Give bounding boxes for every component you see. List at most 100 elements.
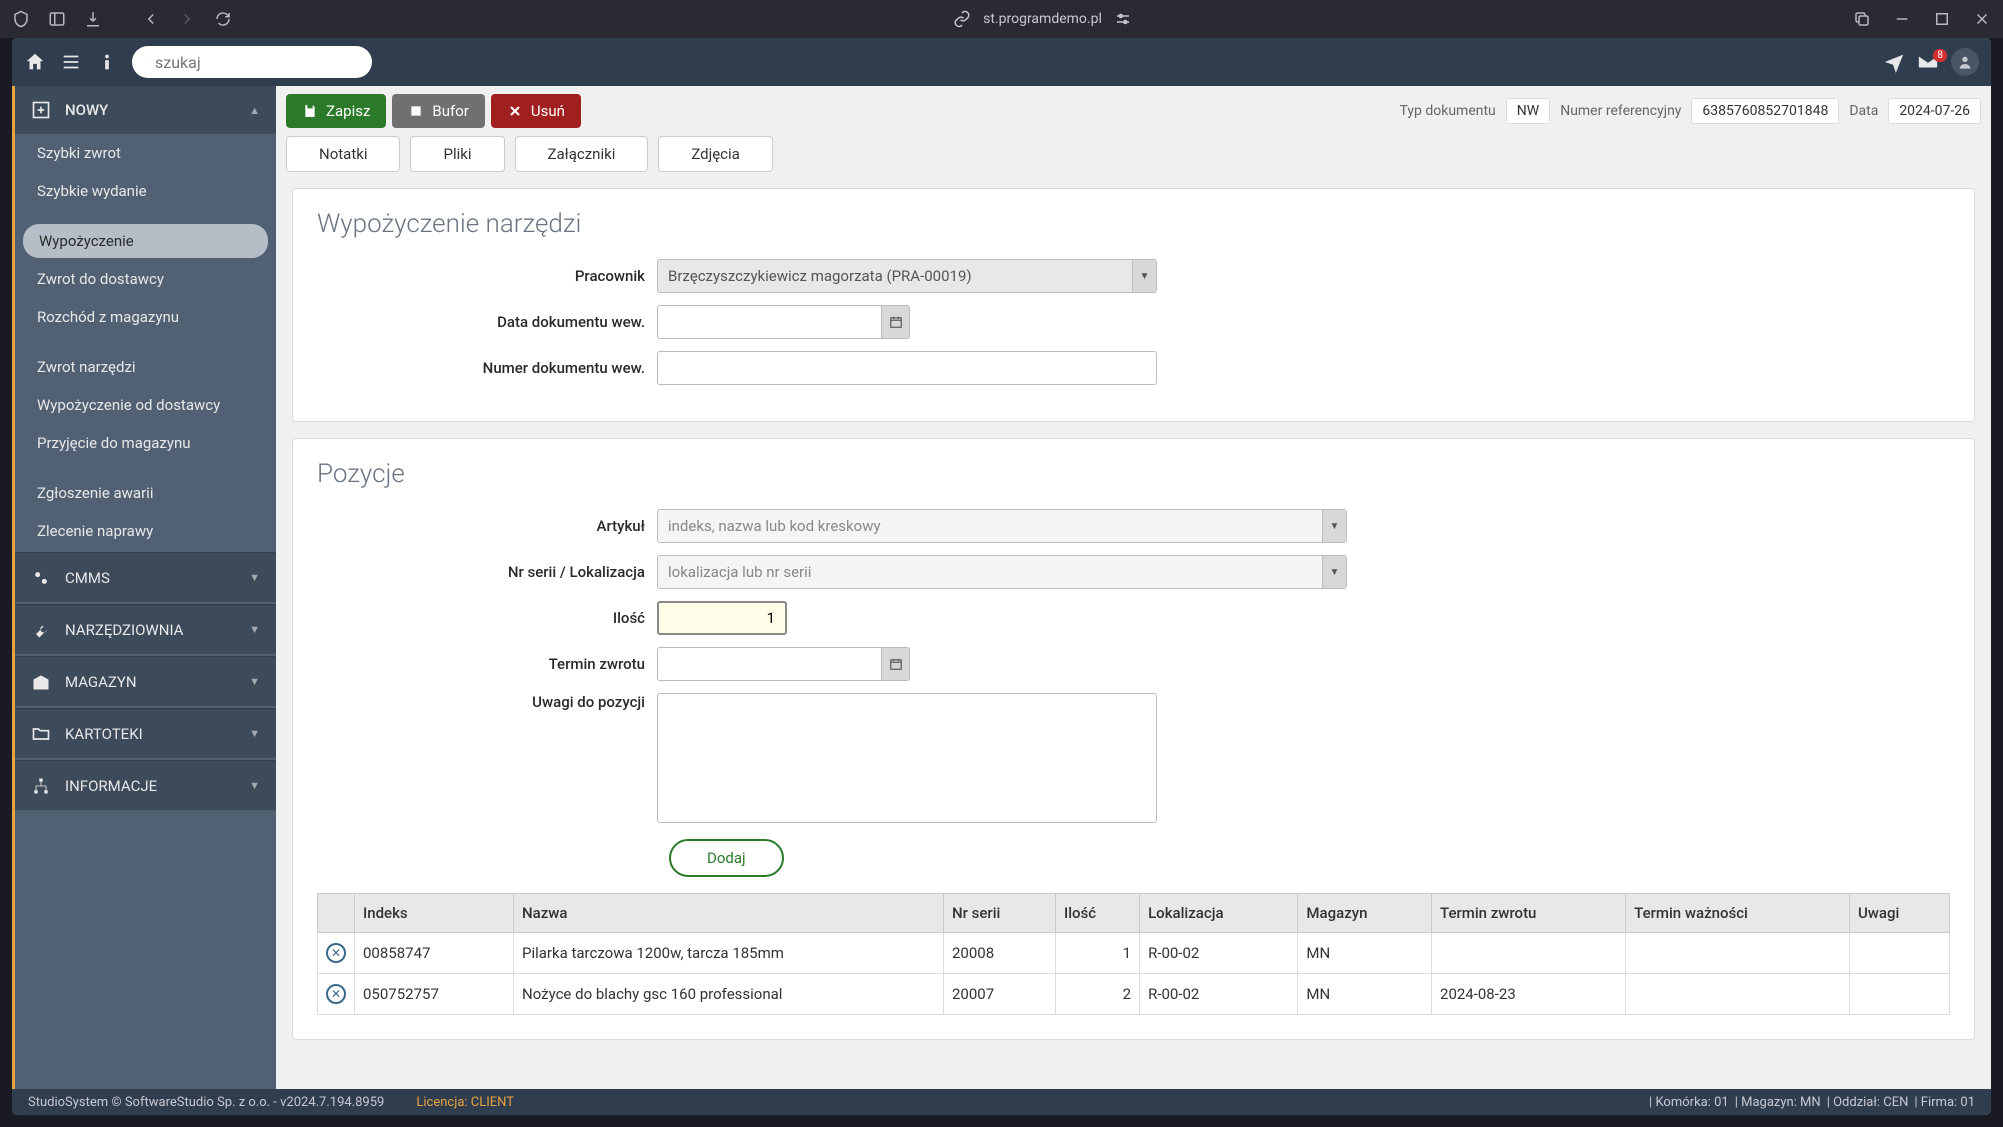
notes-textarea[interactable] bbox=[657, 693, 1157, 823]
cell-nr-serii: 20008 bbox=[944, 933, 1056, 974]
ref-value: 6385760852701848 bbox=[1691, 98, 1839, 124]
search-icon bbox=[146, 54, 147, 70]
settings-sliders-icon[interactable] bbox=[1114, 10, 1132, 28]
browser-chrome: st.programdemo.pl bbox=[0, 0, 2003, 38]
sidebar-item-zlecenie-naprawy[interactable]: Zlecenie naprawy bbox=[15, 512, 276, 550]
cell-lokalizacja: R-00-02 bbox=[1140, 974, 1298, 1015]
doc-num-input[interactable] bbox=[657, 351, 1157, 385]
footer-komorka: | Komórka: 01 bbox=[1649, 1095, 1729, 1110]
buffer-button[interactable]: Bufor bbox=[392, 94, 484, 128]
cell-termin-zwrotu bbox=[1432, 933, 1626, 974]
sidebar: NOWY ▲ Szybki zwrot Szybkie wydanie Wypo… bbox=[12, 86, 276, 1089]
table-row[interactable]: ✕ 050752757 Nożyce do blachy gsc 160 pro… bbox=[318, 974, 1950, 1015]
employee-select[interactable]: Brzęczyszczykiewicz magorzata (PRA-00019… bbox=[657, 259, 1157, 293]
article-select[interactable]: indeks, nazwa lub kod kreskowy ▼ bbox=[657, 509, 1347, 543]
doc-date-input[interactable] bbox=[657, 305, 882, 339]
th-nr-serii: Nr serii bbox=[944, 894, 1056, 933]
sidebar-section-cmms[interactable]: CMMS ▼ bbox=[15, 552, 276, 602]
tabs: Notatki Pliki Załączniki Zdjęcia bbox=[276, 136, 1991, 180]
url-text[interactable]: st.programdemo.pl bbox=[983, 11, 1102, 27]
cell-indeks: 00858747 bbox=[355, 933, 514, 974]
sidebar-section-new[interactable]: NOWY ▲ bbox=[15, 86, 276, 134]
doc-num-label: Numer dokumentu wew. bbox=[317, 359, 657, 377]
doc-type-value: NW bbox=[1506, 98, 1550, 124]
th-magazyn: Magazyn bbox=[1298, 894, 1432, 933]
copy-icon[interactable] bbox=[1853, 10, 1871, 28]
qty-label: Ilość bbox=[317, 609, 657, 627]
sidebar-section-informacje[interactable]: INFORMACJE ▼ bbox=[15, 760, 276, 810]
article-label: Artykuł bbox=[317, 517, 657, 535]
sidebar-section-magazyn[interactable]: MAGAZYN ▼ bbox=[15, 656, 276, 706]
sidebar-item-wypozyczenie-dostawcy[interactable]: Wypożyczenie od dostawcy bbox=[15, 386, 276, 424]
delete-row-icon[interactable]: ✕ bbox=[326, 984, 346, 1004]
cell-indeks: 050752757 bbox=[355, 974, 514, 1015]
sidebar-item-zwrot-dostawcy[interactable]: Zwrot do dostawcy bbox=[15, 260, 276, 298]
app-header: 8 bbox=[12, 38, 1991, 86]
panel-wypozyczenie: Wypożyczenie narzędzi Pracownik Brzęczys… bbox=[292, 188, 1975, 422]
download-icon[interactable] bbox=[84, 10, 102, 28]
panel-pozycje: Pozycje Artykuł indeks, nazwa lub kod kr… bbox=[292, 438, 1975, 1040]
save-button[interactable]: Zapisz bbox=[286, 94, 386, 128]
toolbar: Zapisz Bufor Usuń Typ dokumentu NW Numer… bbox=[276, 86, 1991, 136]
sidebar-item-wypozyczenie[interactable]: Wypożyczenie bbox=[23, 224, 268, 258]
tab-zdjecia[interactable]: Zdjęcia bbox=[658, 136, 773, 172]
positions-table: Indeks Nazwa Nr serii Ilość Lokalizacja … bbox=[317, 893, 1950, 1015]
plus-square-icon bbox=[31, 100, 51, 120]
chevron-down-icon: ▼ bbox=[249, 571, 260, 584]
user-avatar[interactable] bbox=[1951, 48, 1979, 76]
calendar-icon[interactable] bbox=[882, 305, 910, 339]
sidebar-item-rozchod[interactable]: Rozchód z magazynu bbox=[15, 298, 276, 336]
sidebar-section-narzedziownia[interactable]: NARZĘDZIOWNIA ▼ bbox=[15, 604, 276, 654]
date-label: Data bbox=[1849, 103, 1878, 119]
return-date-input[interactable] bbox=[657, 647, 882, 681]
mail-icon[interactable]: 8 bbox=[1917, 51, 1939, 73]
warehouse-icon bbox=[31, 672, 51, 692]
chevron-up-icon: ▲ bbox=[249, 104, 260, 117]
maximize-icon[interactable] bbox=[1933, 10, 1951, 28]
wrench-icon bbox=[31, 620, 51, 640]
delete-button[interactable]: Usuń bbox=[491, 94, 581, 128]
sidebar-item-zgloszenie-awarii[interactable]: Zgłoszenie awarii bbox=[15, 474, 276, 512]
serial-select[interactable]: lokalizacja lub nr serii ▼ bbox=[657, 555, 1347, 589]
qty-input[interactable] bbox=[657, 601, 787, 635]
tab-notatki[interactable]: Notatki bbox=[286, 136, 400, 172]
tab-pliki[interactable]: Pliki bbox=[410, 136, 504, 172]
cell-termin-waznosci bbox=[1626, 933, 1850, 974]
home-icon[interactable] bbox=[24, 51, 46, 73]
notes-label: Uwagi do pozycji bbox=[317, 693, 657, 711]
date-value: 2024-07-26 bbox=[1888, 98, 1981, 124]
search-input[interactable] bbox=[155, 53, 358, 72]
sidebar-item-szybkie-wydanie[interactable]: Szybkie wydanie bbox=[15, 172, 276, 210]
sitemap-icon bbox=[31, 776, 51, 796]
shield-icon[interactable] bbox=[12, 10, 30, 28]
save-icon bbox=[302, 103, 318, 119]
table-row[interactable]: ✕ 00858747 Pilarka tarczowa 1200w, tarcz… bbox=[318, 933, 1950, 974]
cell-termin-zwrotu: 2024-08-23 bbox=[1432, 974, 1626, 1015]
sidebar-toggle-icon[interactable] bbox=[48, 10, 66, 28]
minimize-icon[interactable] bbox=[1893, 10, 1911, 28]
delete-row-icon[interactable]: ✕ bbox=[326, 943, 346, 963]
sidebar-item-szybki-zwrot[interactable]: Szybki zwrot bbox=[15, 134, 276, 172]
mail-badge-count: 8 bbox=[1933, 49, 1947, 62]
plane-icon[interactable] bbox=[1883, 51, 1905, 73]
add-button[interactable]: Dodaj bbox=[669, 839, 784, 877]
sidebar-item-zwrot-narzedzi[interactable]: Zwrot narzędzi bbox=[15, 348, 276, 386]
close-icon[interactable] bbox=[1973, 10, 1991, 28]
reload-icon[interactable] bbox=[214, 10, 232, 28]
calendar-icon[interactable] bbox=[882, 647, 910, 681]
tab-zalaczniki[interactable]: Załączniki bbox=[515, 136, 649, 172]
th-uwagi: Uwagi bbox=[1849, 894, 1949, 933]
list-icon[interactable] bbox=[60, 51, 82, 73]
chevron-down-icon: ▼ bbox=[249, 675, 260, 688]
chevron-down-icon: ▼ bbox=[1132, 260, 1156, 292]
info-icon[interactable] bbox=[96, 51, 118, 73]
footer-license: Licencja: CLIENT bbox=[416, 1095, 514, 1110]
th-termin-zwrotu: Termin zwrotu bbox=[1432, 894, 1626, 933]
buffer-icon bbox=[408, 103, 424, 119]
sidebar-item-przyjecie[interactable]: Przyjęcie do magazynu bbox=[15, 424, 276, 462]
sidebar-section-kartoteki[interactable]: KARTOTEKI ▼ bbox=[15, 708, 276, 758]
cell-nazwa: Pilarka tarczowa 1200w, tarcza 185mm bbox=[514, 933, 944, 974]
cell-lokalizacja: R-00-02 bbox=[1140, 933, 1298, 974]
back-icon[interactable] bbox=[142, 10, 160, 28]
search-box[interactable] bbox=[132, 46, 372, 78]
